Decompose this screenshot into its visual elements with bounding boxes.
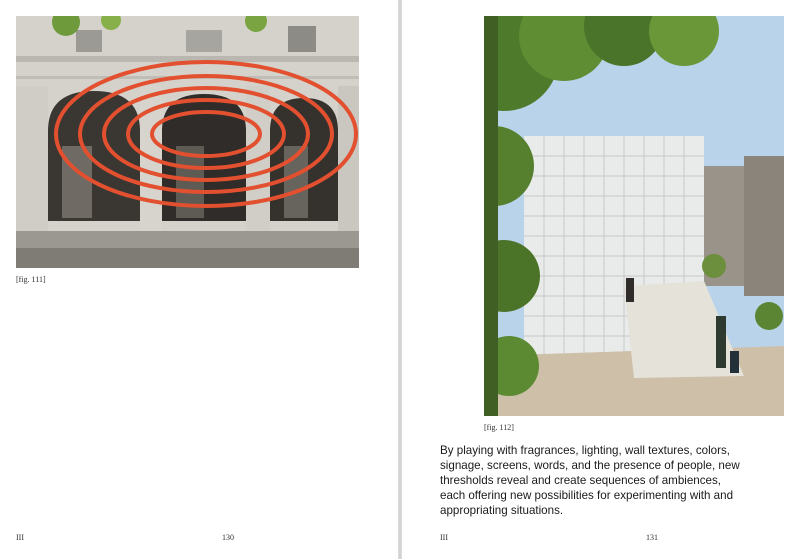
figure-112-caption: [fig. 112] [484,423,514,432]
body-paragraph: By playing with fragrances, lighting, wa… [440,443,785,518]
right-section-marker: III [440,533,448,542]
right-page-number: 131 [646,533,658,542]
body-line: each offering new possibilities for expe… [440,489,734,502]
body-line: thresholds reveal and create sequences o… [440,474,721,487]
body-line: appropriating situations. [440,504,564,517]
figure-111-photo [16,16,359,268]
body-line: signage, screens, words, and the presenc… [440,459,740,472]
body-line: By playing with fragrances, lighting, wa… [440,444,730,457]
left-page-number: 130 [222,533,234,542]
left-section-marker: III [16,533,24,542]
figure-112-photo [484,16,784,416]
figure-111-caption: [fig. 111] [16,275,46,284]
